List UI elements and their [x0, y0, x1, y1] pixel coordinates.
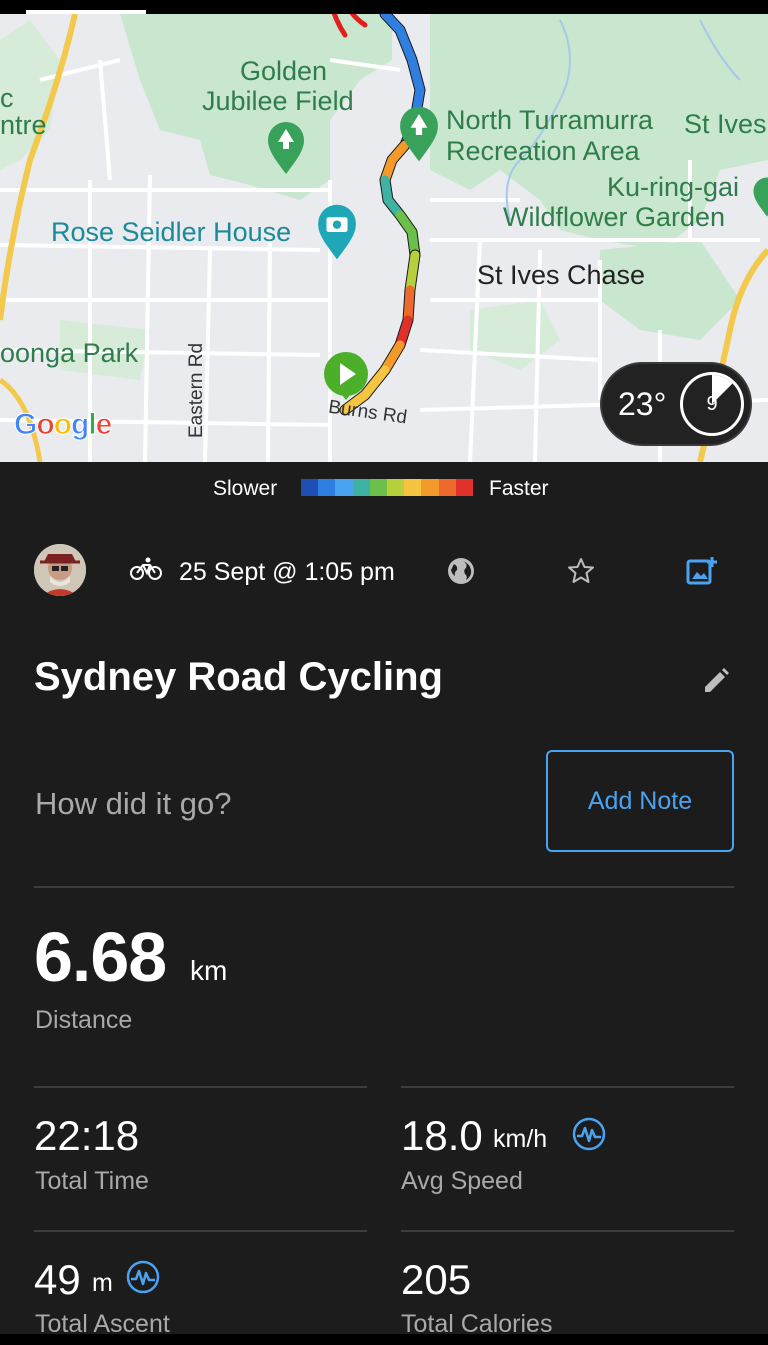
speed-gradient-segment: [455, 479, 474, 496]
map-label-park: oonga Park: [0, 338, 139, 368]
avg-speed-unit: km/h: [493, 1125, 548, 1153]
map-label-golden-jubilee: Golden: [240, 56, 328, 86]
divider: [34, 1230, 367, 1232]
map-label-north-turramurra: North Turramurra: [446, 105, 654, 135]
map-label-north-turramurra: Recreation Area: [446, 136, 640, 166]
map-label-rose-seidler: Rose Seidler House: [51, 217, 292, 247]
map-label-golden-jubilee: Jubilee Field: [202, 86, 354, 116]
avatar[interactable]: [34, 544, 86, 596]
star-icon[interactable]: [566, 556, 596, 586]
add-photo-icon[interactable]: [686, 555, 718, 587]
pulse-chart-icon[interactable]: [126, 1260, 160, 1294]
map-label-kuringgai: Ku-ring-gai: [607, 172, 740, 202]
park-pin-icon[interactable]: [266, 120, 306, 176]
speed-gradient-bar: [301, 479, 474, 496]
google-logo-letter: o: [53, 408, 72, 442]
total-ascent-value: 49: [34, 1256, 81, 1303]
map-label-st-ives-chase: St Ives Chase: [477, 260, 646, 290]
speed-gradient-segment: [387, 479, 405, 496]
bottom-edge: [0, 1334, 768, 1345]
distance-value: 6.68: [34, 918, 167, 996]
avatar-image: [34, 544, 86, 596]
divider: [34, 886, 734, 888]
google-logo-letter: G: [13, 408, 37, 442]
weather-widget[interactable]: 23° 9: [600, 362, 752, 446]
total-calories-value: 205: [401, 1256, 472, 1303]
total-time-value: 22:18: [34, 1112, 140, 1159]
map-label-st-ives: St Ives: [684, 109, 767, 139]
weather-value: 9: [706, 393, 718, 415]
activity-title: Sydney Road Cycling: [34, 655, 443, 699]
road-label-eastern: Eastern Rd: [186, 342, 207, 438]
map-label-kuringgai: Wildflower Garden: [503, 202, 726, 232]
status-bar-indicator: [26, 10, 146, 14]
note-input[interactable]: How did it go?: [35, 786, 231, 822]
google-logo-letter: l: [88, 408, 97, 442]
google-logo: Google: [13, 408, 113, 442]
divider: [34, 1086, 367, 1088]
speed-gradient-segment: [352, 479, 370, 496]
edit-pencil-icon[interactable]: [701, 666, 731, 696]
google-logo-letter: g: [70, 408, 89, 442]
legend-slower-label: Slower: [213, 477, 278, 500]
weather-temperature: 23°: [618, 386, 667, 422]
speed-gradient-segment: [404, 479, 422, 496]
speed-legend: Slower Faster: [0, 462, 768, 516]
camera-pin-icon[interactable]: [316, 202, 358, 262]
weather-indicator: 9: [680, 372, 744, 436]
park-pin-icon[interactable]: [398, 104, 440, 164]
speed-gradient-segment: [318, 479, 336, 496]
distance-label: Distance: [35, 1006, 133, 1034]
total-time-label: Total Time: [35, 1167, 149, 1195]
avg-speed-value: 18.0: [401, 1112, 483, 1159]
google-logo-letter: e: [95, 408, 113, 442]
divider: [401, 1230, 734, 1232]
activity-map[interactable]: Golden Jubilee Field North Turramurra Re…: [0, 0, 768, 462]
globe-icon[interactable]: [446, 556, 476, 586]
total-ascent-unit: m: [92, 1269, 113, 1297]
speed-gradient-segment: [369, 479, 388, 496]
add-note-button[interactable]: Add Note: [546, 750, 734, 852]
speed-gradient-segment: [421, 479, 439, 496]
activity-date: 25 Sept @ 1:05 pm: [179, 558, 395, 586]
speed-gradient-segment: [438, 479, 456, 496]
divider: [401, 1086, 734, 1088]
avg-speed-label: Avg Speed: [401, 1167, 523, 1195]
speed-gradient-segment: [301, 479, 319, 496]
legend-faster-label: Faster: [489, 477, 549, 500]
park-pin-icon[interactable]: [752, 172, 768, 222]
bike-icon: [130, 557, 162, 580]
pulse-chart-icon[interactable]: [572, 1117, 606, 1151]
speed-gradient-segment: [335, 479, 353, 496]
distance-unit: km: [190, 955, 228, 986]
google-logo-letter: o: [36, 408, 55, 442]
map-label-partial: ntre: [0, 110, 47, 140]
